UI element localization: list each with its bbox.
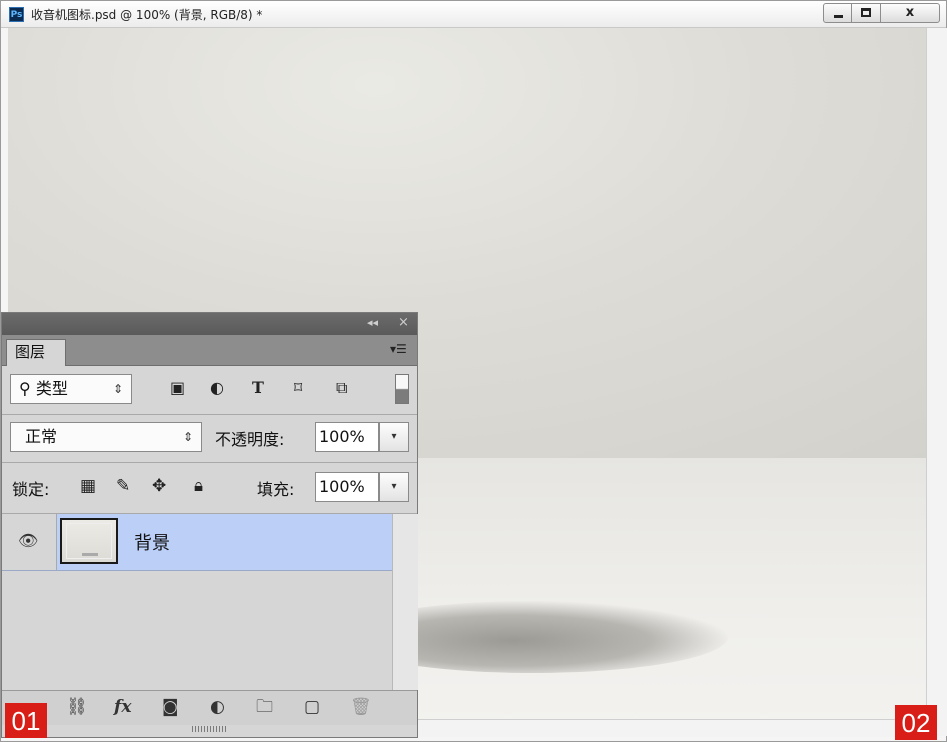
label-badge-01: 01 — [5, 703, 47, 738]
close-icon: x — [905, 5, 915, 20]
layer-row[interactable]: 👁︎ 背景 — [2, 514, 392, 571]
filter-label: 类型 — [35, 379, 68, 398]
layers-panel: ◂◂ × 图层 ▾☰ ⚲ 类型 ⇕ ▣ ◐ T ⌑ ⧉ 正常 ⇕ 不透明度: 1… — [1, 312, 418, 738]
photoshop-logo-icon: Ps — [9, 7, 24, 22]
title-bar[interactable]: Ps 收音机图标.psd @ 100% (背景, RGB/8) * x — [1, 1, 946, 28]
opacity-dropdown-button[interactable]: ▾ — [379, 422, 409, 452]
label-badge-02: 02 — [895, 705, 937, 740]
blend-row: 正常 ⇕ 不透明度: 100% ▾ — [2, 414, 417, 463]
new-group-folder-icon[interactable]: 🗀︎ — [256, 697, 273, 717]
panel-header[interactable]: ◂◂ × — [2, 313, 417, 335]
fill-input[interactable]: 100% — [315, 472, 379, 502]
lock-image-pixels-brush-icon[interactable]: ✎ — [116, 476, 130, 496]
fill-dropdown-button[interactable]: ▾ — [379, 472, 409, 502]
close-button[interactable]: x — [880, 3, 940, 23]
minimize-button[interactable] — [823, 3, 852, 23]
new-layer-icon[interactable]: ▢ — [304, 697, 320, 717]
lock-row: 锁定: ▦ ✎ ✥ 🔒︎ 填充: 100% ▾ — [2, 463, 417, 514]
layer-thumbnail[interactable] — [60, 518, 118, 564]
delete-layer-trash-icon[interactable]: 🗑︎ — [350, 697, 372, 717]
updown-arrow-icon: ⇕ — [112, 382, 123, 396]
visibility-toggle[interactable]: 👁︎ — [2, 514, 57, 570]
tab-layers[interactable]: 图层 — [6, 339, 66, 366]
layer-name[interactable]: 背景 — [134, 529, 170, 555]
filter-row: ⚲ 类型 ⇕ ▣ ◐ T ⌑ ⧉ — [2, 366, 417, 415]
minimize-icon — [834, 15, 843, 18]
panel-close-icon[interactable]: × — [398, 315, 409, 330]
panel-bottom-toolbar: ⛓︎ fx ◙ ◐ 🗀︎ ▢ 🗑︎ — [2, 690, 417, 725]
collapse-panel-icon[interactable]: ◂◂ — [367, 316, 378, 329]
maximize-button[interactable] — [851, 3, 881, 23]
updown-arrow-icon: ⇕ — [182, 430, 193, 444]
opacity-input[interactable]: 100% — [315, 422, 379, 452]
fx-layer-style-icon[interactable]: fx — [114, 697, 131, 717]
vertical-scrollbar[interactable] — [926, 28, 947, 736]
blend-mode-value: 正常 — [25, 427, 58, 446]
opacity-label: 不透明度: — [215, 430, 285, 449]
panel-resize-grip[interactable] — [192, 726, 228, 732]
smart-object-filter-icon[interactable]: ⧉ — [336, 379, 347, 397]
lock-all-icon[interactable]: 🔒︎ — [194, 476, 203, 496]
layer-filter-select[interactable]: ⚲ 类型 ⇕ — [10, 374, 132, 404]
shape-layer-filter-icon[interactable]: ⌑ — [294, 379, 302, 397]
lock-label: 锁定: — [12, 480, 50, 499]
filter-toggle-switch[interactable] — [395, 374, 409, 404]
panel-menu-icon[interactable]: ▾☰ — [390, 342, 407, 356]
search-icon: ⚲ — [19, 379, 31, 398]
window-title: 收音机图标.psd @ 100% (背景, RGB/8) * — [31, 8, 263, 22]
add-mask-icon[interactable]: ◙ — [162, 697, 179, 717]
lock-transparent-pixels-icon[interactable]: ▦ — [80, 476, 96, 496]
fill-label: 填充: — [257, 480, 295, 499]
link-layers-icon[interactable]: ⛓︎ — [66, 697, 88, 717]
blend-mode-select[interactable]: 正常 ⇕ — [10, 422, 202, 452]
lock-position-move-icon[interactable]: ✥ — [152, 476, 166, 496]
maximize-icon — [861, 8, 871, 17]
panel-tab-row: 图层 ▾☰ — [2, 335, 417, 366]
adjustment-layer-icon[interactable]: ◐ — [210, 697, 225, 717]
layers-scrollbar[interactable] — [392, 514, 418, 690]
adjustment-layer-filter-icon[interactable]: ◐ — [210, 379, 224, 397]
pixel-layer-filter-icon[interactable]: ▣ — [170, 379, 185, 397]
eye-icon: 👁︎ — [18, 531, 39, 550]
type-layer-filter-icon[interactable]: T — [252, 379, 264, 397]
